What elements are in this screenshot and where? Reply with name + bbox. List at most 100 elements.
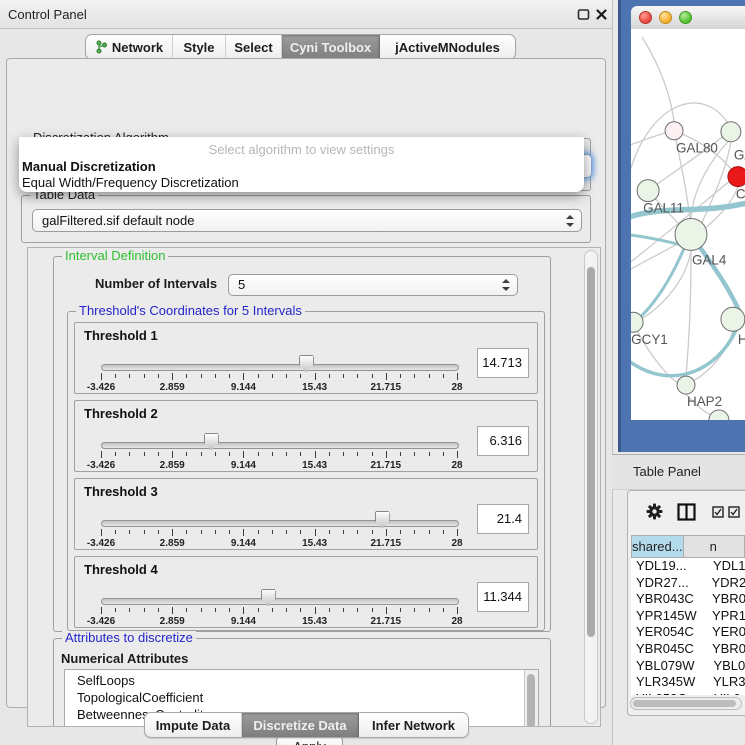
tab-infer-network[interactable]: Infer Network [359,713,468,737]
network-node[interactable] [721,122,741,142]
table-cell: YIL0 [709,691,741,695]
tab-impute-data-label: Impute Data [156,718,230,733]
tick-label: 9.144 [231,538,256,549]
scrollbar-thumb[interactable] [527,674,535,727]
traffic-light-minimize-icon[interactable] [659,11,672,24]
tick-label: 28 [451,460,462,471]
table-row[interactable]: YPR145WYPR1 [631,608,745,625]
tab-select[interactable]: Select [226,35,282,59]
threshold-value-field[interactable]: 11.344 [477,582,529,612]
tick-mark [372,608,373,612]
threshold-label: Threshold 3 [84,484,158,499]
table-row[interactable]: YDL19...YDL1 [631,558,745,575]
popup-hint: Select algorithm to view settings [19,142,584,157]
threshold-label: Threshold 1 [84,328,158,343]
tick-mark [215,530,216,534]
thresholds-group: Threshold's Coordinates for 5 Intervals … [67,311,545,631]
tick-mark [258,530,259,534]
interval-definition-group: Interval Definition Number of Intervals … [53,256,551,632]
table-row[interactable]: YLR345WYLR3 [631,674,745,691]
checkbox-icon[interactable] [712,506,724,518]
slider-track[interactable] [101,364,459,371]
vertical-scrollbar[interactable] [584,250,598,724]
network-node[interactable] [721,307,745,331]
table-row[interactable]: YBR043CYBR0 [631,591,745,608]
table-cell: YBR045C [631,641,707,658]
tick-mark [186,608,187,612]
slider-track[interactable] [101,442,459,449]
list-item[interactable]: TopologicalCoefficient [65,689,538,706]
scrollbar-thumb[interactable] [587,267,595,637]
slider-scale-labels: -3.4262.8599.14415.4321.71528 [101,459,457,471]
tick-mark [201,374,202,378]
list-item[interactable]: SelfLoops [65,672,538,689]
tab-infer-network-label: Infer Network [372,718,455,733]
table-row[interactable]: YER054CYER0 [631,624,745,641]
tick-mark [429,374,430,378]
tick-mark [457,607,458,614]
table-cell: YER054C [631,624,707,641]
slider-track[interactable] [101,520,459,527]
network-canvas[interactable]: GAL80GACGAL11GAL4GCY1HHAP2 [631,29,745,420]
tab-impute-data[interactable]: Impute Data [145,713,242,737]
table-data-combobox[interactable]: galFiltered.sif default node [32,209,582,232]
tick-mark [300,374,301,378]
popup-item-equal-width-frequency[interactable]: Equal Width/Frequency Discretization [22,175,239,190]
network-node[interactable] [677,376,695,394]
network-window-titlebar[interactable] [631,6,745,30]
tab-discretize-data[interactable]: Discretize Data [242,713,359,737]
split-pane-icon[interactable] [677,503,696,521]
tick-mark [172,529,173,536]
table-cell: YDR27... [631,575,707,592]
tab-jactivemnodules[interactable]: jActiveMNodules [380,35,515,59]
checkbox-icon[interactable] [728,506,740,518]
table-cell: YBR043C [631,591,707,608]
tab-style[interactable]: Style [173,35,226,59]
number-of-intervals-value: 5 [238,277,245,292]
threshold-value-field[interactable]: 14.713 [477,348,529,378]
horizontal-scrollbar[interactable] [630,697,742,710]
column-header-shared-name[interactable]: shared... [631,535,684,558]
table-row[interactable]: YIL052CYIL0 [631,691,745,695]
slider-track[interactable] [101,598,459,605]
traffic-light-close-icon[interactable] [639,11,652,24]
tab-cyni-toolbox[interactable]: Cyni Toolbox [282,35,380,59]
tick-mark [343,452,344,456]
network-node[interactable] [709,410,729,420]
tick-mark [457,451,458,458]
table-row[interactable]: YBR045CYBR0 [631,641,745,658]
tick-label: -3.426 [87,616,115,627]
tick-mark [215,374,216,378]
threshold-box: Threshold 4-3.4262.8599.14415.4321.71528… [74,556,538,628]
control-panel: Control Panel Network Style [0,0,613,745]
float-window-icon[interactable] [577,8,590,21]
traffic-light-zoom-icon[interactable] [679,11,692,24]
tab-network[interactable]: Network [86,35,173,59]
close-icon[interactable] [595,8,608,21]
tick-mark [229,452,230,456]
tick-mark [315,607,316,614]
network-node[interactable] [675,219,707,251]
attributes-list-scrollbar[interactable] [524,670,538,727]
table-row[interactable]: YDR27...YDR2 [631,575,745,592]
table-cell: YDR2 [707,575,745,592]
table-cell: YBR0 [707,641,745,658]
scrollbar-thumb[interactable] [633,700,736,707]
network-graph: GAL80GACGAL11GAL4GCY1HHAP2 [631,29,745,420]
tick-mark [286,374,287,378]
tick-label: -3.426 [87,382,115,393]
tick-mark [101,451,102,458]
tick-mark [115,374,116,378]
threshold-value-field[interactable]: 6.316 [477,426,529,456]
number-of-intervals-combobox[interactable]: 5 [228,274,518,296]
network-node[interactable] [665,122,683,140]
threshold-value-field[interactable]: 21.4 [477,504,529,534]
tick-mark [158,374,159,378]
column-header-name[interactable]: n [684,535,745,558]
table-row[interactable]: YBL079WYBL0 [631,658,745,675]
gear-icon[interactable] [646,503,663,520]
network-node[interactable] [728,167,745,187]
network-node[interactable] [637,180,659,202]
popup-item-manual-discretization[interactable]: Manual Discretization [22,159,156,174]
thresholds-group-title: Threshold's Coordinates for 5 Intervals [76,304,305,318]
